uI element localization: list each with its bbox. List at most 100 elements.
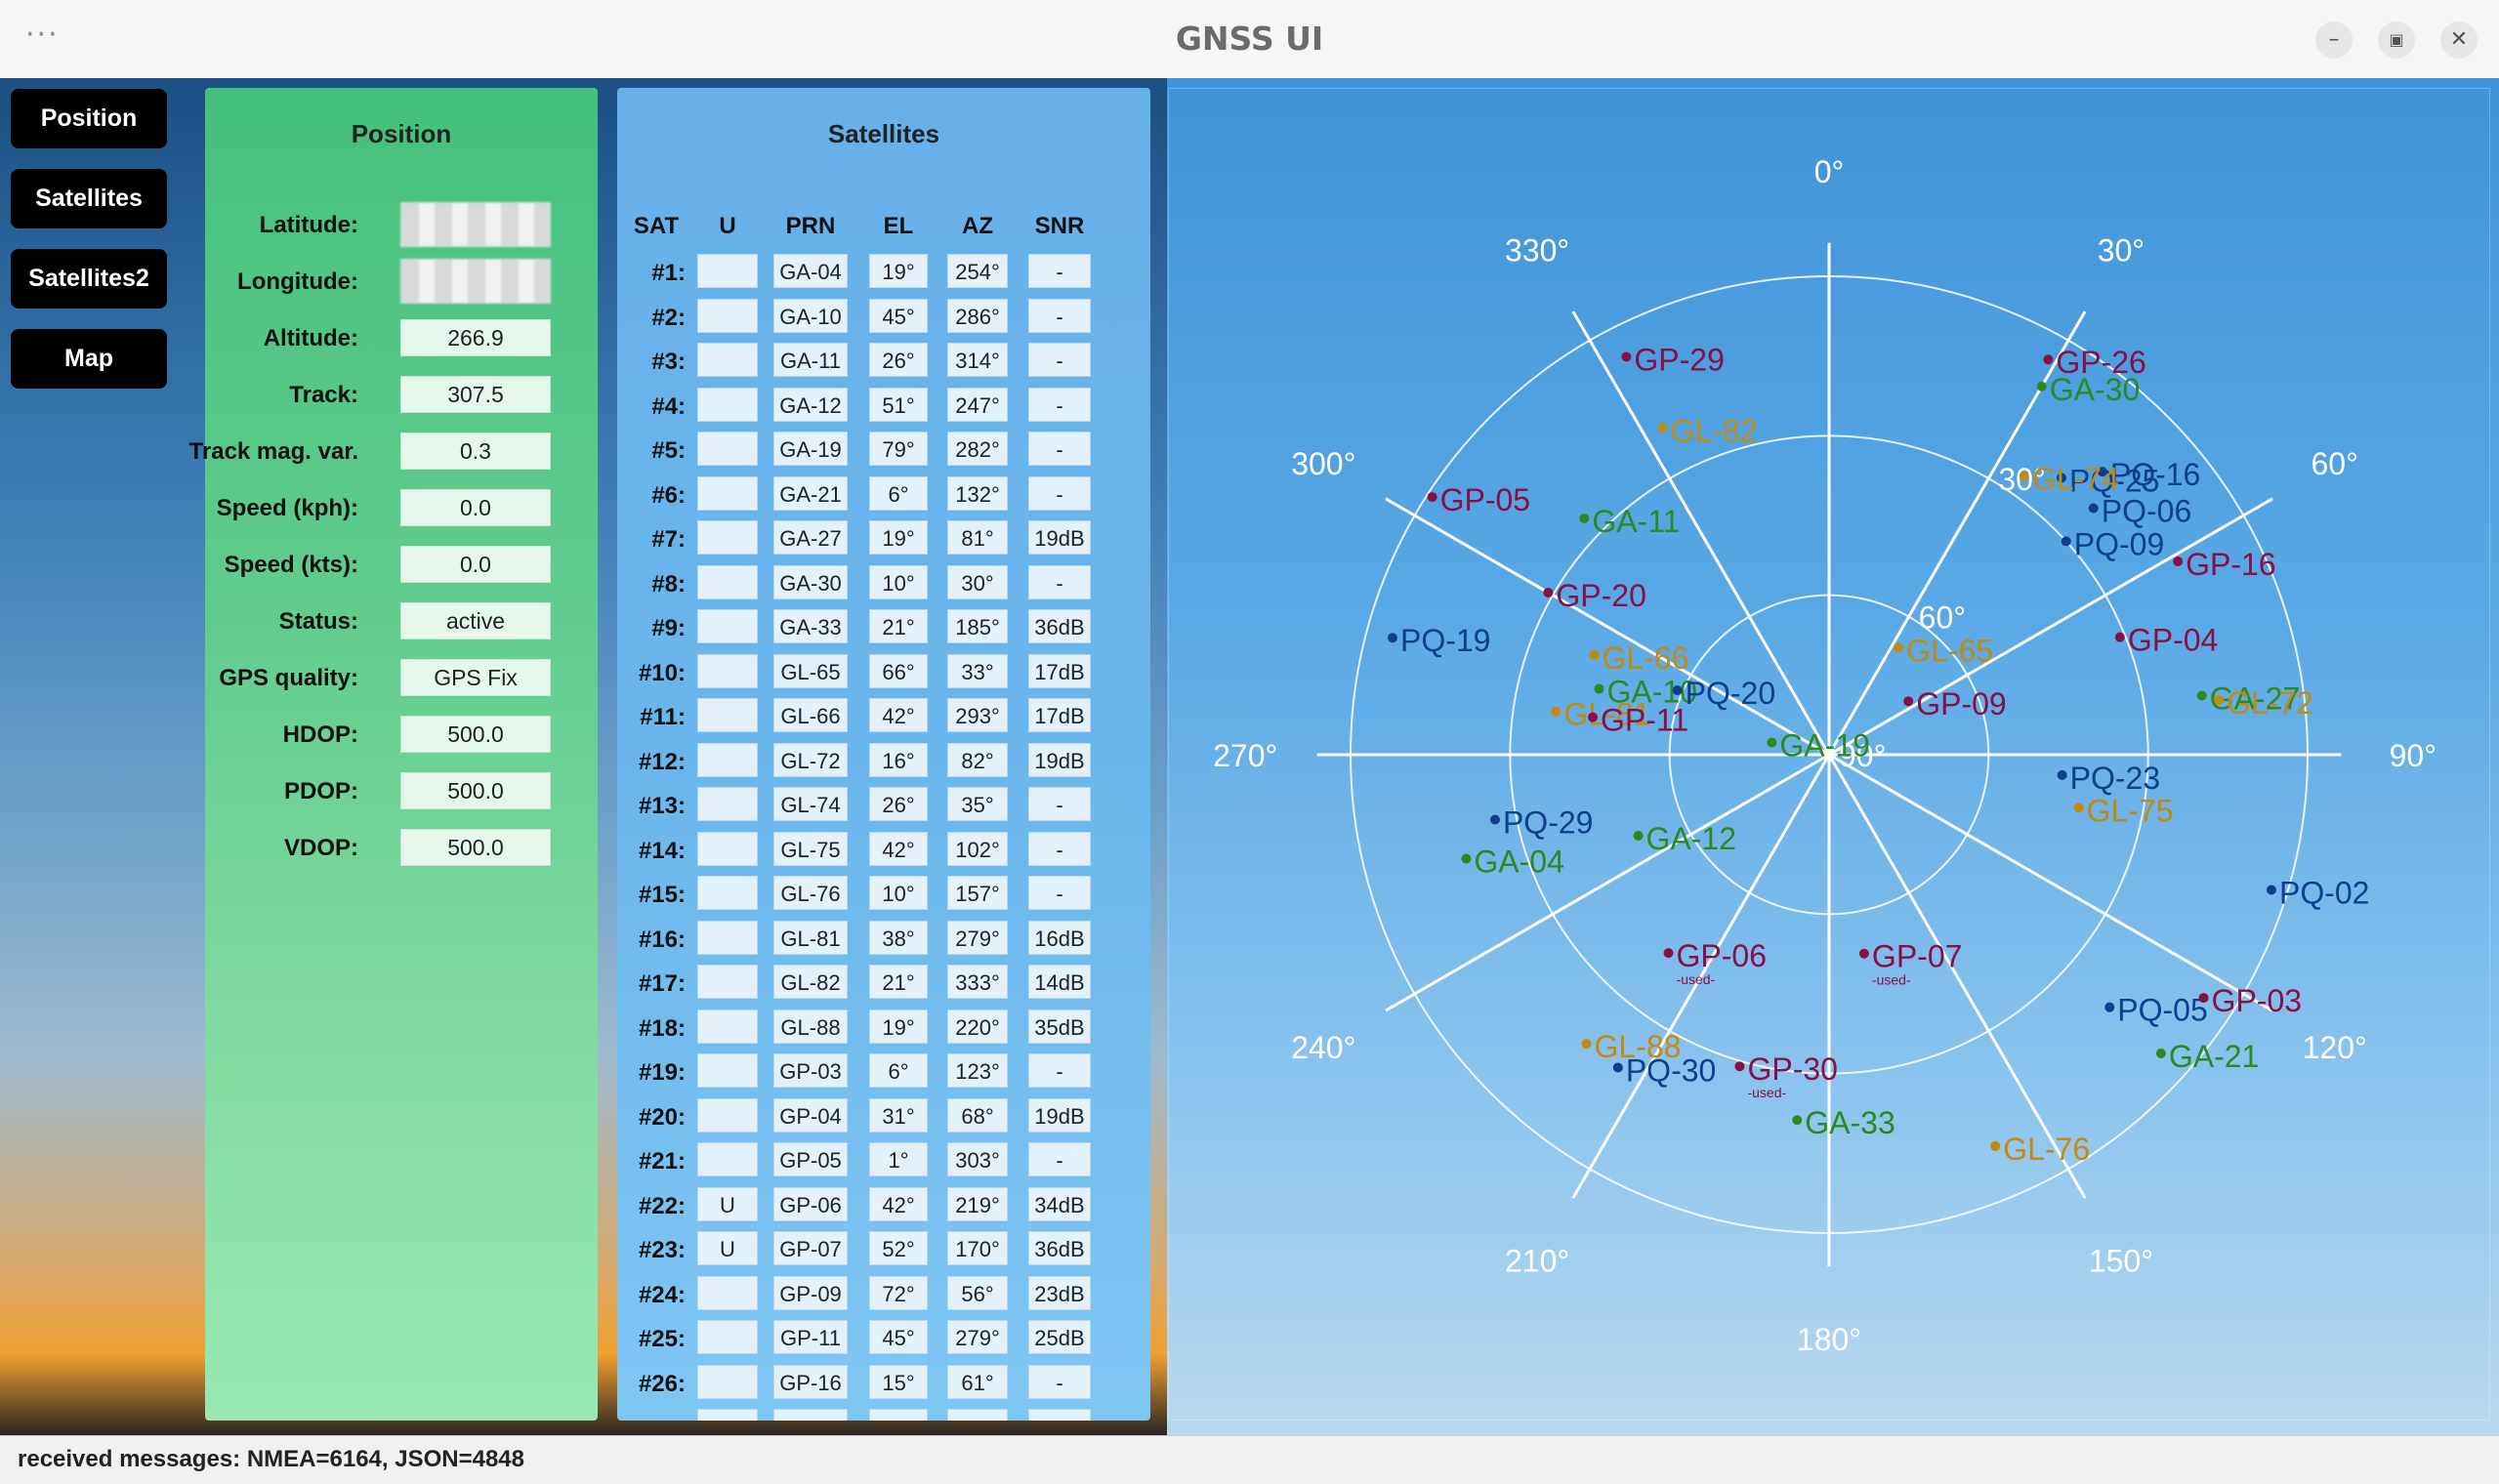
close-icon[interactable]: ✕ — [2440, 21, 2478, 59]
azimuth-cell: 102° — [947, 831, 1008, 866]
nav-satellites2-button[interactable]: Satellites2 — [11, 249, 167, 309]
azimuth-label: 30° — [2098, 232, 2145, 268]
used-tag: -used- — [1747, 1085, 1786, 1100]
elevation-cell: 66° — [869, 653, 928, 688]
satellite-dot — [1621, 351, 1632, 362]
satellite-label: PQ-02 — [2279, 875, 2369, 910]
prn-cell: GL-74 — [773, 787, 848, 821]
header-u: U — [719, 213, 736, 239]
header-el: EL — [883, 213, 914, 239]
satellite-dot — [2198, 993, 2209, 1004]
satellite-dot — [1579, 513, 1590, 523]
azimuth-cell: 81° — [947, 520, 1008, 555]
used-cell — [697, 1142, 758, 1176]
prn-cell: GL-76 — [773, 876, 848, 910]
table-row: #7: GA-27 19° 81° 19dB — [617, 520, 1150, 564]
maximize-icon[interactable]: ▣ — [2378, 21, 2415, 59]
nav-satellites-button[interactable]: Satellites — [11, 169, 167, 228]
position-label: Longitude: — [237, 268, 358, 295]
table-row-partial — [617, 1409, 1150, 1421]
nav-position-button[interactable]: Position — [11, 89, 167, 148]
prn-cell: GA-21 — [773, 475, 848, 511]
azimuth-cell: 35° — [947, 787, 1008, 821]
table-row: #15: GL-76 10° 157° - — [617, 876, 1150, 920]
used-cell — [697, 653, 758, 688]
position-label: VDOP: — [283, 835, 358, 861]
position-label: Speed (kph): — [216, 495, 358, 521]
satellite-dot — [2088, 503, 2099, 514]
table-row: #20: GP-04 31° 68° 19dB — [617, 1097, 1150, 1142]
nav-map-button[interactable]: Map — [11, 329, 167, 389]
satellite-dot — [1543, 587, 1554, 598]
satellite-dot — [1672, 685, 1683, 696]
snr-cell: 36dB — [1028, 609, 1091, 643]
minimize-icon[interactable]: – — [2315, 21, 2353, 59]
table-row: #6: GA-21 6° 132° - — [617, 475, 1150, 520]
satellite-dot — [1489, 814, 1500, 825]
snr-cell: - — [1028, 298, 1091, 333]
table-row: #19: GP-03 6° 123° - — [617, 1053, 1150, 1097]
azimuth-label: 150° — [2089, 1244, 2153, 1279]
elevation-cell: 72° — [869, 1275, 928, 1310]
azimuth-cell: 61° — [947, 1364, 1008, 1399]
position-value: 500.0 — [400, 829, 551, 866]
satellite-dot — [1612, 1062, 1623, 1073]
elevation-cell: 6° — [869, 1053, 928, 1088]
satellite-dot — [1589, 649, 1600, 660]
satellite-label: PQ-05 — [2117, 993, 2207, 1028]
azimuth-cell: 123° — [947, 1053, 1008, 1088]
snr-cell: 19dB — [1028, 1097, 1091, 1133]
satellite-label: GP-20 — [1556, 578, 1645, 613]
prn-cell: GA-30 — [773, 564, 848, 599]
elevation-cell: 21° — [869, 965, 928, 999]
elevation-cell: 15° — [869, 1364, 928, 1399]
satellite-label: GP-09 — [1916, 686, 2006, 721]
elevation-cell: 6° — [869, 475, 928, 511]
satellite-dot — [2114, 632, 2125, 642]
prn-cell: GA-12 — [773, 387, 848, 422]
position-row: Latitude: — [205, 202, 598, 249]
azimuth-cell: 314° — [947, 343, 1008, 377]
prn-cell: GP-04 — [773, 1097, 848, 1133]
satellite-label: GL-66 — [1602, 640, 1688, 676]
window-title: GNSS UI — [1175, 20, 1324, 58]
satellite-label: GL-65 — [1906, 633, 1993, 668]
satellite-label: GA-12 — [1646, 821, 1736, 856]
table-row: #10: GL-65 66° 33° 17dB — [617, 653, 1150, 698]
snr-cell: - — [1028, 1364, 1091, 1399]
redacted-value — [400, 259, 551, 304]
satellite-dot — [1427, 492, 1437, 503]
table-row: #26: GP-16 15° 61° - — [617, 1364, 1150, 1409]
satellite-label: GL-74 — [2032, 462, 2119, 497]
position-row: Altitude: 266.9 — [205, 319, 598, 362]
position-value: 0.3 — [400, 433, 551, 470]
snr-cell: 23dB — [1028, 1275, 1091, 1310]
table-row: #16: GL-81 38° 279° 16dB — [617, 920, 1150, 965]
snr-cell: 17dB — [1028, 653, 1091, 688]
satellite-label: PQ-06 — [2102, 494, 2191, 529]
snr-cell: 16dB — [1028, 920, 1091, 955]
satellite-label: GP-05 — [1440, 482, 1530, 517]
satellite-dot — [2019, 471, 2029, 481]
sat-number: #24: — [638, 1281, 686, 1308]
table-row: #22: U GP-06 42° 219° 34dB — [617, 1186, 1150, 1231]
snr-cell: 14dB — [1028, 965, 1091, 999]
azimuth-cell: 220° — [947, 1009, 1008, 1044]
azimuth-cell — [947, 1409, 1008, 1421]
elevation-cell: 10° — [869, 564, 928, 599]
azimuth-label: 0° — [1814, 154, 1845, 189]
position-value: 500.0 — [400, 716, 551, 753]
azimuth-cell: 333° — [947, 965, 1008, 999]
position-row: VDOP: 500.0 — [205, 829, 598, 872]
satellite-dot — [1990, 1140, 2001, 1151]
used-cell — [697, 1409, 758, 1421]
prn-cell: GP-16 — [773, 1364, 848, 1399]
snr-cell: 36dB — [1028, 1231, 1091, 1265]
status-bar: received messages: NMEA=6164, JSON=4848 — [0, 1435, 2499, 1484]
used-cell — [697, 920, 758, 955]
position-row: PDOP: 500.0 — [205, 772, 598, 815]
snr-cell: 19dB — [1028, 520, 1091, 555]
position-row: Track mag. var. 0.3 — [189, 433, 598, 475]
satellite-dot — [2213, 694, 2224, 705]
sat-number: #2: — [651, 304, 686, 331]
